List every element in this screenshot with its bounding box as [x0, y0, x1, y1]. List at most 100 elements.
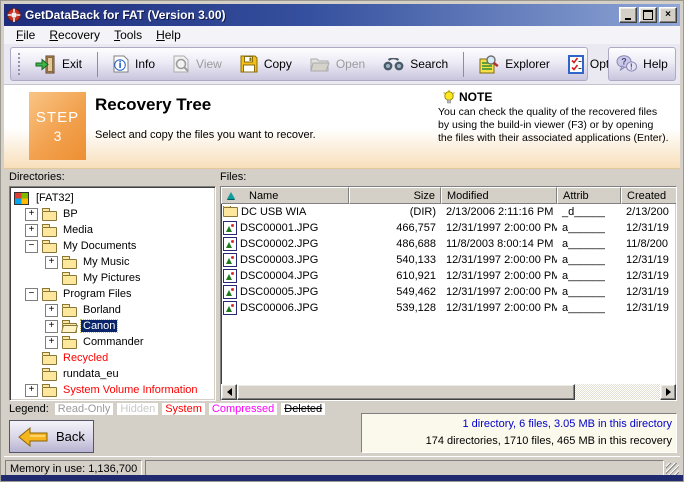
explorer-button[interactable]: Explorer	[470, 49, 559, 79]
tree-item[interactable]: + Borland	[10, 302, 215, 318]
scroll-left-button[interactable]	[221, 384, 237, 400]
expander-toggle[interactable]: +	[45, 336, 58, 349]
help-button[interactable]: ? ! Help	[607, 49, 677, 79]
toolbar-grip[interactable]	[17, 52, 22, 76]
expander-toggle[interactable]: −	[25, 288, 38, 301]
file-row[interactable]: DSC00003.JPG 540,133 12/31/1997 2:00:00 …	[221, 252, 676, 268]
folder-icon	[62, 339, 77, 349]
tree-item[interactable]: + Commander	[10, 334, 215, 350]
explorer-label: Explorer	[505, 57, 550, 71]
expander-toggle[interactable]: +	[25, 208, 38, 221]
jpg-thumbnail-icon	[223, 237, 237, 251]
expander-toggle[interactable]: +	[45, 320, 58, 333]
exit-button[interactable]: Exit	[25, 49, 91, 79]
tree-item[interactable]: rundata_eu	[10, 366, 215, 382]
step-banner: STEP 3 Recovery Tree Select and copy the…	[4, 85, 680, 169]
search-binoculars-icon	[383, 58, 404, 71]
tree-item[interactable]: + My Music	[10, 254, 215, 270]
open-label: Open	[336, 57, 365, 71]
file-row[interactable]: DSC00006.JPG 539,128 12/31/1997 2:00:00 …	[221, 300, 676, 316]
options-checklist-icon	[568, 55, 584, 74]
tree-item[interactable]: + Media	[10, 222, 215, 238]
sort-ascending-icon	[227, 192, 235, 199]
jpg-thumbnail-icon	[223, 269, 237, 283]
title-bar[interactable]: GetDataBack for FAT (Version 3.00) ×	[4, 4, 680, 26]
tree-item[interactable]: − My Documents	[10, 238, 215, 254]
maximize-button[interactable]	[639, 7, 657, 23]
scrollbar-thumb[interactable]	[237, 384, 575, 400]
jpg-thumbnail-icon	[223, 301, 237, 315]
note-text-line: You can check the quality of the recover…	[438, 106, 684, 119]
legend-label: Legend:	[9, 403, 49, 415]
note-text-line: by using the build-in viewer (F3) or by …	[438, 119, 684, 132]
folder-icon	[42, 371, 57, 381]
menu-file[interactable]: File	[9, 27, 42, 43]
info-button[interactable]: Info	[104, 49, 164, 79]
help-label: Help	[643, 57, 668, 71]
search-button[interactable]: Search	[374, 49, 457, 79]
open-button[interactable]: Open	[301, 49, 374, 79]
column-header-created[interactable]: Created	[621, 187, 677, 204]
step-badge: STEP 3	[29, 92, 86, 160]
page-subtitle: Select and copy the files you want to re…	[95, 129, 316, 141]
tree-item-selected[interactable]: + Canon	[10, 318, 215, 334]
info-document-icon	[113, 55, 129, 73]
folder-icon	[42, 243, 57, 253]
view-label: View	[196, 57, 222, 71]
tree-item[interactable]: Recycled	[10, 350, 215, 366]
back-button[interactable]: Back	[9, 420, 94, 453]
folder-icon	[42, 387, 57, 397]
back-label: Back	[56, 429, 85, 444]
column-header-name[interactable]: Name	[221, 187, 349, 204]
expander-toggle[interactable]: +	[45, 256, 58, 269]
folder-icon	[62, 259, 77, 269]
column-header-attrib[interactable]: Attrib	[557, 187, 621, 204]
column-header-modified[interactable]: Modified	[441, 187, 557, 204]
horizontal-scrollbar[interactable]	[221, 384, 676, 400]
close-icon: ×	[665, 10, 671, 20]
window-bottom-edge	[1, 475, 683, 481]
expander-toggle[interactable]: +	[45, 304, 58, 317]
tree-item[interactable]: + System Volume Information	[10, 382, 215, 398]
copy-button[interactable]: Copy	[231, 49, 301, 79]
jpg-thumbnail-icon	[223, 285, 237, 299]
scroll-right-button[interactable]	[660, 384, 676, 400]
folder-icon	[42, 227, 57, 237]
tree-item[interactable]: My Pictures	[10, 270, 215, 286]
tree-item-root[interactable]: [FAT32]	[10, 190, 215, 206]
file-row[interactable]: DC USB WIA (DIR) 2/13/2006 2:11:16 PM _d…	[221, 204, 676, 220]
file-row[interactable]: DSC00004.JPG 610,921 12/31/1997 2:00:00 …	[221, 268, 676, 284]
folder-icon	[42, 211, 57, 221]
files-header: Name Size Modified Attrib Created	[221, 187, 676, 204]
expander-toggle[interactable]: +	[25, 384, 38, 397]
toolbar-band-main: Exit Info View	[10, 47, 588, 81]
copy-label: Copy	[264, 57, 292, 71]
menu-recovery[interactable]: Recovery	[42, 27, 107, 43]
legend-compressed: Compressed	[209, 403, 277, 415]
folder-icon	[42, 355, 57, 365]
app-window: GetDataBack for FAT (Version 3.00) × Fil…	[0, 0, 684, 482]
toolbar-separator	[97, 52, 98, 77]
menu-tools[interactable]: Tools	[107, 27, 149, 43]
tree-item[interactable]: + BP	[10, 206, 215, 222]
file-row[interactable]: DSC00001.JPG 466,757 12/31/1997 2:00:00 …	[221, 220, 676, 236]
close-button[interactable]: ×	[659, 7, 677, 23]
column-header-size[interactable]: Size	[349, 187, 441, 204]
expander-toggle[interactable]: +	[25, 224, 38, 237]
tree-item[interactable]: − Program Files	[10, 286, 215, 302]
directory-summary: 1 directory, 6 files, 3.05 MB in this di…	[366, 416, 672, 433]
expander-toggle[interactable]: −	[25, 240, 38, 253]
file-row[interactable]: DSC00005.JPG 549,462 12/31/1997 2:00:00 …	[221, 284, 676, 300]
menu-help[interactable]: Help	[149, 27, 188, 43]
step-number: 3	[29, 128, 86, 144]
recovery-summary: 174 directories, 1710 files, 465 MB in t…	[366, 433, 672, 450]
file-row[interactable]: DSC00002.JPG 486,688 11/8/2003 8:00:14 P…	[221, 236, 676, 252]
minimize-button[interactable]	[619, 7, 637, 23]
folder-icon	[42, 291, 57, 301]
view-button[interactable]: View	[164, 49, 231, 79]
open-folder-icon	[310, 56, 330, 72]
legend-system: System	[162, 403, 205, 415]
maximize-icon	[643, 10, 653, 20]
note-block: NOTE You can check the quality of the re…	[438, 90, 684, 145]
note-title: NOTE	[459, 91, 492, 104]
